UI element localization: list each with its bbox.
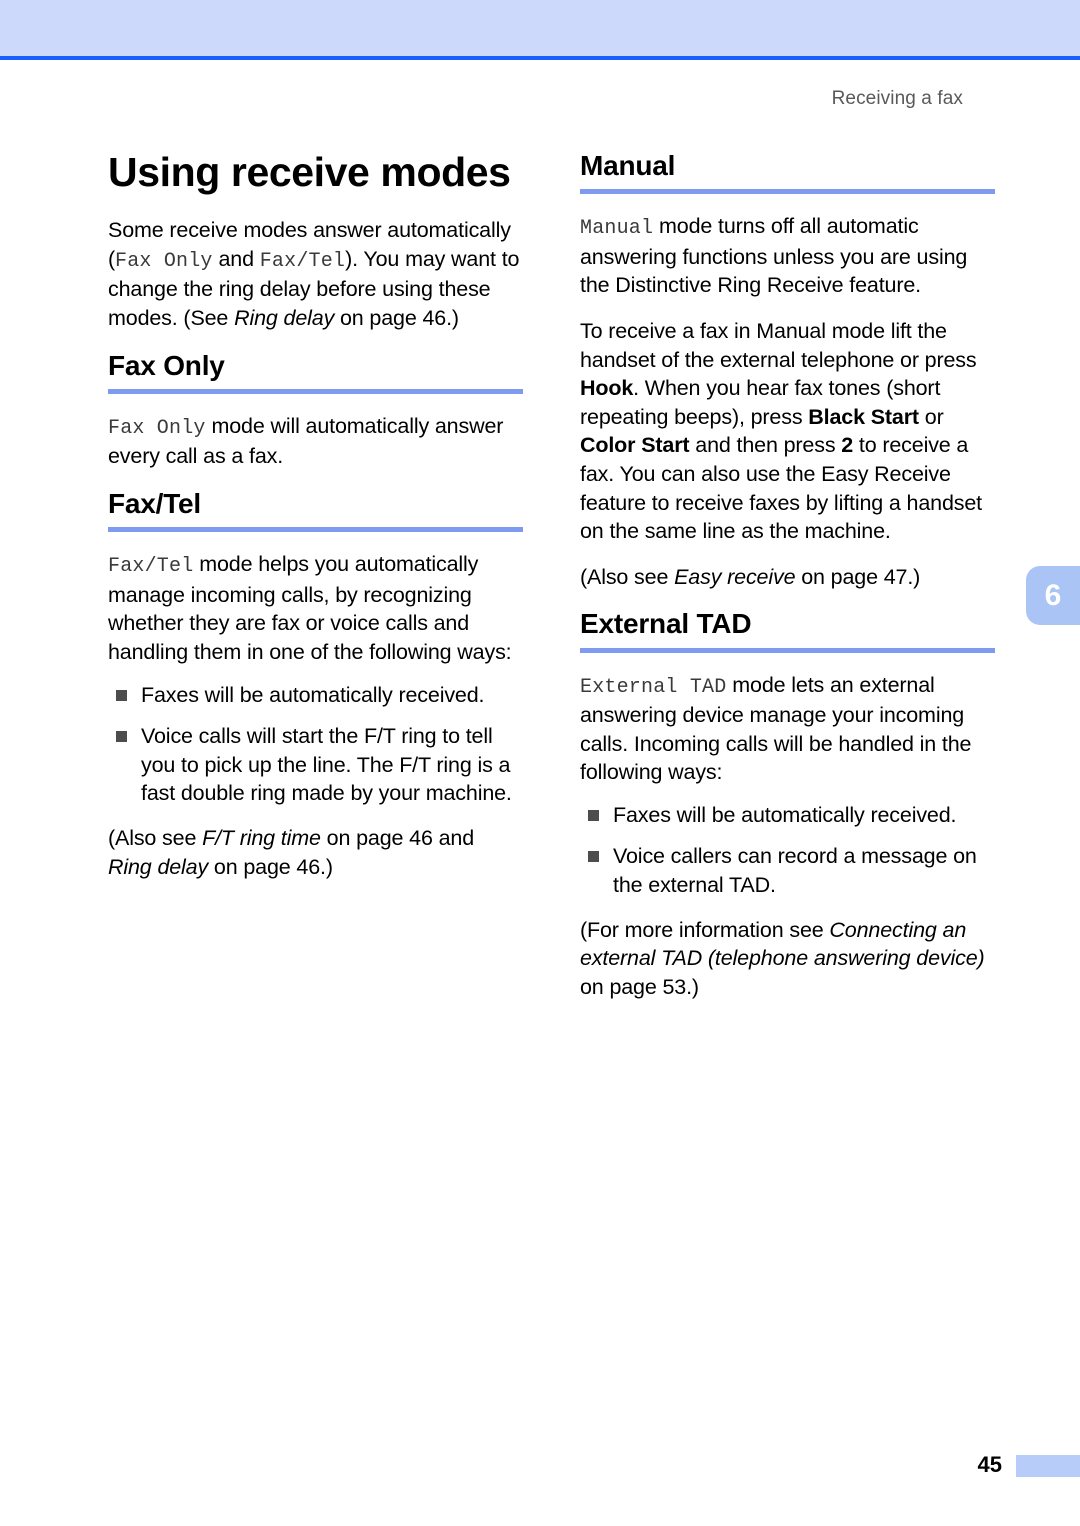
manual-key-color-start: Color Start xyxy=(580,433,690,458)
manual-note-cross-ref: Easy receive xyxy=(674,564,796,589)
intro-mode-fax-tel: Fax/Tel xyxy=(259,249,346,273)
intro-paragraph: Some receive modes answer automatically … xyxy=(108,216,523,332)
manual-para2-text-3: or xyxy=(918,404,944,429)
section-rule-manual xyxy=(580,189,995,195)
manual-cross-reference-note: (Also see Easy receive on page 47.) xyxy=(580,563,995,592)
manual-note-text-2: on page 47.) xyxy=(795,564,921,589)
intro-mode-fax-only: Fax Only xyxy=(115,249,213,273)
intro-cross-ref: Ring delay xyxy=(234,306,335,331)
chapter-number-tab: 6 xyxy=(1026,566,1080,625)
header-band xyxy=(0,0,1080,56)
manual-para2-text-1: To receive a fax in Manual mode lift the… xyxy=(580,318,977,372)
external-tad-bullet-list: Faxes will be automatically received. Vo… xyxy=(580,801,995,900)
square-bullet-icon xyxy=(588,809,599,821)
right-column: Manual Manual mode turns off all automat… xyxy=(580,150,995,1018)
running-head: Receiving a fax xyxy=(831,88,963,109)
section-rule-fax-only xyxy=(108,388,523,394)
section-rule-fax-tel xyxy=(108,527,523,533)
manual-para2-text-4: and then press xyxy=(689,433,842,458)
list-item: Voice calls will start the F/T ring to t… xyxy=(108,722,523,808)
page-title: Using receive modes xyxy=(108,149,511,195)
fax-tel-paragraph: Fax/Tel mode helps you automatically man… xyxy=(108,550,523,666)
list-item: Voice callers can record a message on th… xyxy=(580,842,995,899)
list-item: Faxes will be automatically received. xyxy=(580,801,995,830)
manual-page: Receiving a fax Using receive modes Some… xyxy=(0,0,1080,1526)
manual-key-black-start: Black Start xyxy=(808,404,919,429)
list-item-label: Faxes will be automatically received. xyxy=(613,802,957,827)
intro-text-4: on page 46.) xyxy=(334,306,459,331)
note-cross-ref-1: F/T ring time xyxy=(202,825,321,850)
note-text-1: (Also see xyxy=(108,825,203,850)
external-tad-cross-reference-note: (For more information see Connecting an … xyxy=(580,916,995,1002)
fax-tel-mode-term: Fax/Tel xyxy=(108,555,194,579)
footer-accent-bar xyxy=(1016,1455,1080,1477)
intro-text-2: and xyxy=(212,246,260,271)
square-bullet-icon xyxy=(588,851,599,863)
list-item-label: Voice callers can record a message on th… xyxy=(613,844,977,898)
section-heading-manual: Manual xyxy=(580,150,676,181)
external-tad-mode-term: External TAD xyxy=(580,675,727,699)
manual-key-two: 2 xyxy=(841,433,854,458)
fax-tel-bullet-list: Faxes will be automatically received. Vo… xyxy=(108,681,523,808)
page-number: 45 xyxy=(977,1452,1002,1477)
square-bullet-icon xyxy=(116,731,127,743)
fax-only-paragraph: Fax Only mode will automatically answer … xyxy=(108,412,523,471)
section-heading-fax-only: Fax Only xyxy=(108,349,225,381)
section-heading-external-tad: External TAD xyxy=(580,608,752,640)
note-text-2: on page 46 and xyxy=(320,825,475,850)
header-rule xyxy=(0,56,1080,60)
tad-note-text-1: (For more information see xyxy=(580,917,830,942)
external-tad-paragraph: External TAD mode lets an external answe… xyxy=(580,671,995,787)
manual-paragraph-1: Manual mode turns off all automatic answ… xyxy=(580,212,995,300)
left-column: Using receive modes Some receive modes a… xyxy=(108,150,523,898)
section-heading-fax-tel: Fax/Tel xyxy=(108,488,202,520)
tad-note-text-2: on page 53.) xyxy=(580,974,699,999)
fax-tel-cross-reference-note: (Also see F/T ring time on page 46 and R… xyxy=(108,824,523,881)
section-rule-external-tad xyxy=(580,647,995,653)
list-item-label: Voice calls will start the F/T ring to t… xyxy=(141,724,512,806)
manual-key-hook: Hook xyxy=(580,376,634,401)
fax-only-mode-term: Fax Only xyxy=(108,416,206,440)
list-item-label: Faxes will be automatically received. xyxy=(141,682,485,707)
note-text-3: on page 46.) xyxy=(208,854,333,879)
square-bullet-icon xyxy=(116,689,127,701)
note-cross-ref-2: Ring delay xyxy=(108,854,209,879)
list-item: Faxes will be automatically received. xyxy=(108,681,523,710)
manual-mode-term: Manual xyxy=(580,217,654,241)
manual-paragraph-2: To receive a fax in Manual mode lift the… xyxy=(580,317,995,546)
manual-note-text-1: (Also see xyxy=(580,564,675,589)
